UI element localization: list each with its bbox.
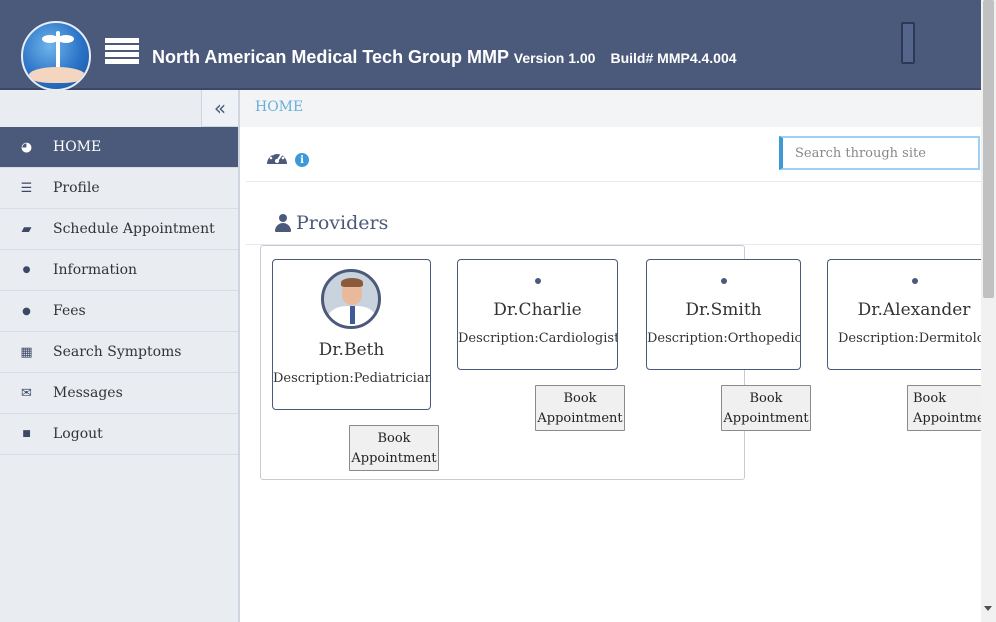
breadcrumb-home-link[interactable]: HOME — [255, 99, 303, 115]
provider-description: Description:Dermitologist — [838, 331, 981, 346]
indent-list-icon: ☰ — [20, 180, 33, 196]
dashboard-icon — [267, 151, 287, 164]
dashboard-icon: ◕ — [20, 139, 33, 155]
header-toggle-button[interactable] — [901, 22, 915, 64]
sidebar: « ◕ HOME ☰ Profile ▰ Schedule Appointmen… — [0, 90, 240, 622]
provider-description: Description:Pediatrician — [273, 371, 430, 386]
sidebar-item-schedule-appointment[interactable]: ▰ Schedule Appointment — [0, 209, 238, 250]
provider-card-smith: Dr.Smith Description:Orthopedic — [646, 259, 801, 370]
breadcrumb-bar: HOME — [240, 90, 981, 127]
sidebar-item-label: HOME — [53, 139, 102, 155]
search-input[interactable] — [779, 136, 980, 170]
app-version: Version 1.00 — [513, 50, 596, 66]
providers-heading: Providers — [275, 212, 388, 234]
app-build: Build# MMP4.4.004 — [610, 50, 737, 66]
sidebar-item-profile[interactable]: ☰ Profile — [0, 168, 238, 209]
envelope-icon: ✉ — [21, 385, 32, 401]
sidebar-item-label: Information — [53, 262, 138, 278]
sidebar-item-label: Schedule Appointment — [53, 221, 215, 237]
info-icon[interactable]: i — [295, 153, 309, 167]
scrollbar-thumb[interactable] — [983, 0, 994, 298]
sidebar-item-label: Profile — [53, 180, 100, 196]
top-header: North American Medical Tech Group MMP Ve… — [0, 0, 981, 91]
double-chevron-left-icon: « — [213, 96, 227, 120]
sidebar-item-fees[interactable]: ● Fees — [0, 291, 238, 332]
provider-name: Dr.Charlie — [493, 300, 582, 320]
caduceus-hand-logo — [21, 21, 91, 91]
book-appointment-button[interactable]: Book Appointment — [535, 385, 625, 431]
provider-name: Dr.Beth — [318, 340, 385, 360]
app-title: North American Medical Tech Group MMP Ve… — [152, 47, 737, 68]
book-icon: ▰ — [21, 221, 32, 237]
book-appointment-button[interactable]: Book Appointment — [721, 385, 811, 431]
provider-card-alexander: Dr.Alexander Description:Dermitologist — [827, 259, 981, 370]
bullet-icon — [534, 278, 541, 284]
providers-title: Providers — [296, 212, 389, 234]
provider-name: Dr.Alexander — [857, 300, 971, 320]
sidebar-item-label: Messages — [53, 385, 123, 401]
bullet-icon — [912, 278, 918, 284]
provider-description: Description:Orthopedic — [647, 331, 800, 346]
book-appointment-button[interactable]: Book Appointment — [907, 385, 981, 431]
sidebar-item-search-symptoms[interactable]: ▦ Search Symptoms — [0, 332, 238, 373]
sidebar-nav: ◕ HOME ☰ Profile ▰ Schedule Appointment … — [0, 127, 238, 455]
sidebar-item-label: Fees — [53, 303, 86, 319]
sidebar-item-home[interactable]: ◕ HOME — [0, 127, 238, 168]
app-name: North American Medical Tech Group MMP — [152, 47, 509, 67]
provider-card-charlie: Dr.Charlie Description:Cardiologist — [457, 259, 618, 370]
lock-icon: ■ — [22, 429, 31, 439]
provider-photo — [321, 269, 381, 329]
bullet-icon — [720, 278, 727, 284]
user-icon: ● — [22, 305, 31, 317]
book-appointment-button[interactable]: Book Appointment — [349, 425, 439, 471]
scroll-down-arrow-icon[interactable] — [984, 606, 992, 611]
user-icon — [275, 214, 291, 232]
provider-card-beth: Dr.Beth Description:Pediatrician — [272, 259, 431, 410]
collapse-sidebar-button[interactable]: « — [201, 90, 238, 127]
page-scrollbar[interactable] — [981, 0, 996, 622]
sidebar-item-label: Logout — [53, 426, 103, 442]
sidebar-item-information[interactable]: ● Information — [0, 250, 238, 291]
sidebar-item-label: Search Symptoms — [53, 344, 182, 360]
sidebar-item-messages[interactable]: ✉ Messages — [0, 373, 238, 414]
list-icon[interactable] — [105, 38, 139, 64]
sidebar-item-logout[interactable]: ■ Logout — [0, 414, 238, 455]
table-icon: ▦ — [20, 344, 33, 360]
provider-description: Description:Cardiologist — [458, 331, 617, 346]
drop-icon: ● — [22, 265, 31, 275]
provider-name: Dr.Smith — [685, 300, 762, 320]
